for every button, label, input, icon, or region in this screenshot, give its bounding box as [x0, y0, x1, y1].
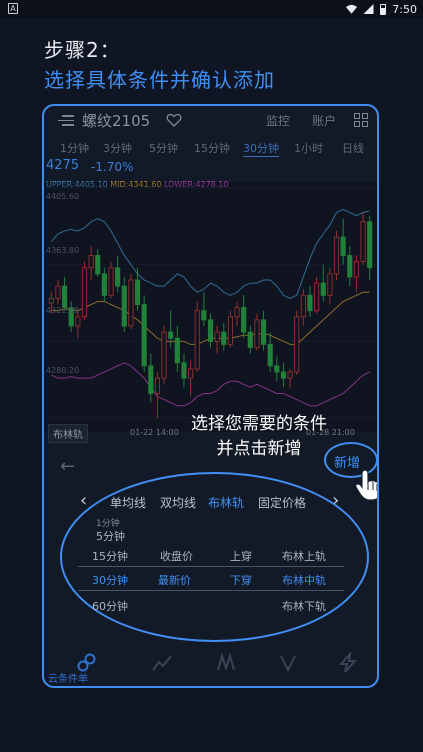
lightning-icon[interactable]	[336, 652, 360, 674]
picker-period-option[interactable]: 15分钟	[92, 548, 128, 564]
status-bar: A 7:50	[0, 0, 423, 18]
picker-period-option[interactable]: 60分钟	[92, 598, 128, 614]
picker-price-selected[interactable]: 最新价	[158, 572, 191, 588]
contract-title[interactable]: 螺纹2105	[82, 110, 150, 131]
last-price: 4275	[46, 158, 80, 173]
account-link[interactable]: 账户	[312, 112, 336, 129]
status-time: 7:50	[392, 2, 417, 16]
picker-cross-selected[interactable]: 下穿	[230, 572, 252, 588]
indicator-tag[interactable]: 布林轨	[48, 424, 88, 443]
tab-30min[interactable]: 30分钟	[243, 140, 279, 157]
m-shape-icon[interactable]	[214, 652, 238, 674]
status-icons: 7:50	[346, 2, 417, 16]
price-change: -1.70%	[91, 160, 134, 174]
battery-icon	[380, 3, 387, 15]
callout-line-1: 选择您需要的条件	[191, 414, 327, 434]
signal-icon	[363, 4, 374, 14]
tab-15min[interactable]: 15分钟	[194, 140, 230, 156]
bottom-nav: 云条件单	[44, 646, 377, 686]
phone-mockup: 螺纹2105 监控 账户 1分钟 3分钟 5分钟 15分钟 30分钟 1小时 日…	[42, 104, 379, 688]
picker-band-option[interactable]: 布林下轨	[282, 598, 326, 614]
monitor-link[interactable]: 监控	[266, 112, 290, 129]
picker-selection-line-top	[78, 566, 344, 567]
picker-band-option[interactable]: 布林上轨	[282, 548, 326, 564]
tab-3min[interactable]: 3分钟	[103, 140, 132, 156]
tab-1hour[interactable]: 1小时	[294, 140, 323, 156]
tab-daily[interactable]: 日线	[342, 140, 364, 156]
picker-selection-line-bottom	[78, 590, 344, 591]
picker-period-option[interactable]: 5分钟	[96, 528, 125, 544]
back-arrow-icon[interactable]: ←	[60, 456, 75, 477]
chart-dim-overlay	[44, 182, 377, 432]
v-shape-icon[interactable]	[276, 652, 300, 674]
app-notification-icon: A	[8, 3, 18, 14]
menu-icon[interactable]	[58, 115, 74, 127]
picker-price-option[interactable]: 收盘价	[160, 548, 193, 564]
favorite-heart-icon[interactable]	[166, 112, 182, 128]
wifi-icon	[346, 4, 358, 14]
tab-5min[interactable]: 5分钟	[149, 140, 178, 156]
nav-label-cloud-order[interactable]: 云条件单	[48, 670, 88, 685]
tab-1min[interactable]: 1分钟	[60, 140, 89, 156]
step-title: 步骤2：	[44, 38, 121, 62]
chevron-left-icon[interactable]: ‹	[80, 490, 87, 511]
trend-icon[interactable]	[150, 652, 174, 674]
grid-menu-icon[interactable]	[354, 113, 368, 127]
step-instruction: 选择具体条件并确认添加	[44, 68, 275, 92]
app-header: 螺纹2105 监控 账户	[44, 106, 377, 136]
picker-period-selected[interactable]: 30分钟	[92, 572, 128, 588]
period-tabs: 1分钟 3分钟 5分钟 15分钟 30分钟 1小时 日线	[44, 138, 377, 157]
picker-band-selected[interactable]: 布林中轨	[282, 572, 326, 588]
picker-cross-option[interactable]: 上穿	[230, 548, 252, 564]
